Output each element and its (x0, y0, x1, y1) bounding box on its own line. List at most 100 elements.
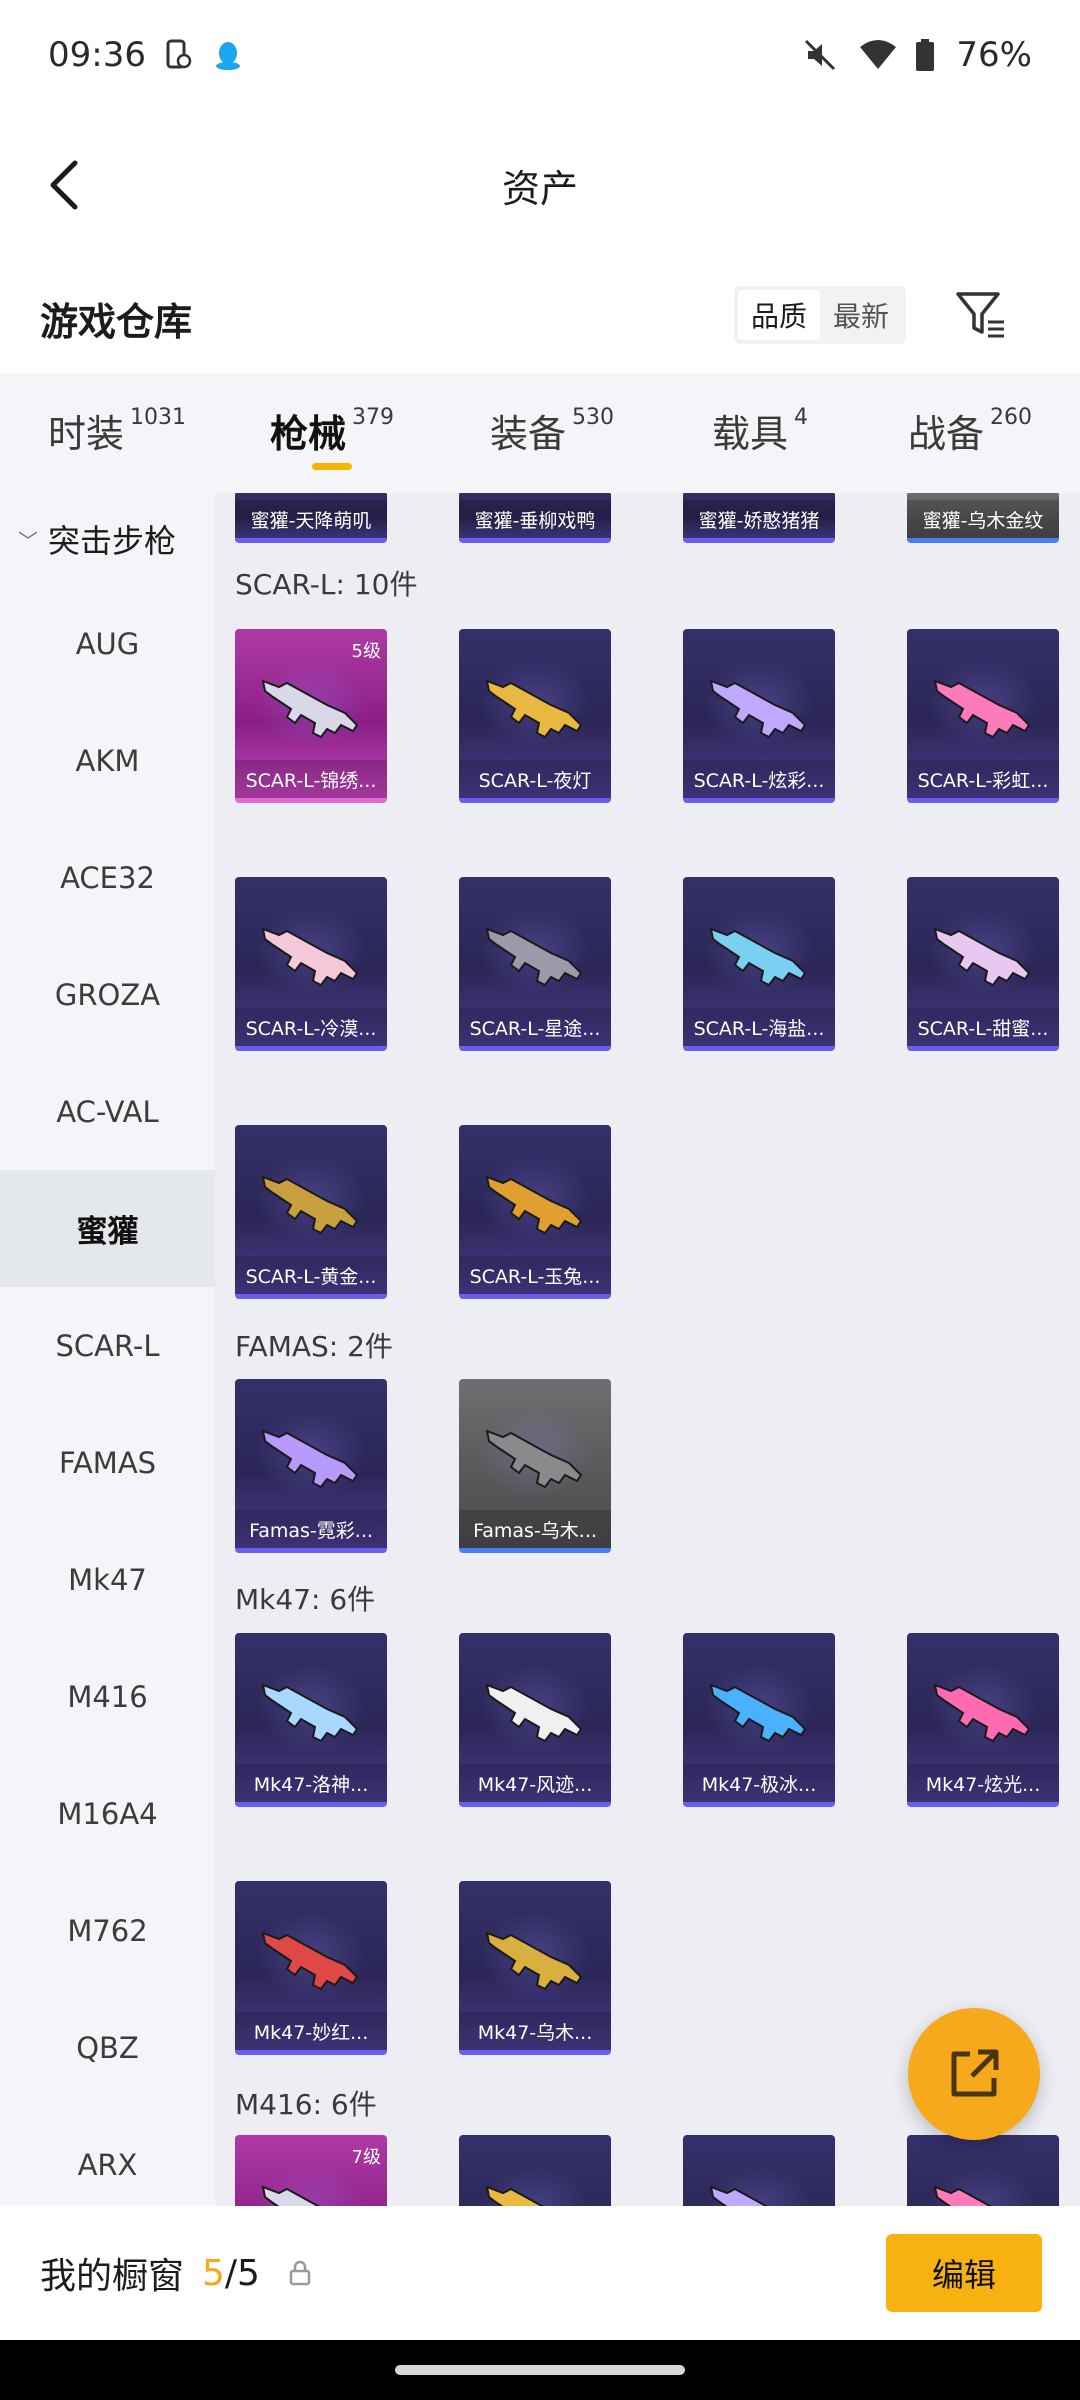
sidebar-item-groza[interactable]: GROZA (0, 936, 215, 1053)
warehouse-title: 游戏仓库 (40, 299, 193, 344)
rifle-icon (933, 679, 1031, 739)
sidebar-item-arx[interactable]: ARX (0, 2106, 215, 2206)
chevron-down-icon: ﹀ (18, 528, 38, 553)
tab-combat-gear[interactable]: 战备 260 (908, 403, 1032, 458)
weapon-name: SCAR-L-冷漠... (235, 1008, 387, 1046)
weapon-sidebar: ﹀ 突击步枪 AUG AKM ACE32 GROZA AC-VAL 蜜獾 SCA… (0, 493, 215, 2206)
weapon-card[interactable]: 蜜獾-天降萌叽 (235, 493, 387, 543)
share-external-icon (951, 2049, 999, 2097)
rifle-icon (709, 927, 807, 987)
share-fab-button[interactable] (908, 2008, 1040, 2140)
filter-button[interactable] (950, 282, 1014, 346)
battery-level: 76% (956, 35, 1032, 75)
weapon-card[interactable]: SCAR-L-夜灯 (459, 629, 611, 803)
weapon-card[interactable]: SCAR-L-海盐... (683, 877, 835, 1051)
page-title: 资产 (501, 166, 578, 211)
weapon-card[interactable]: Mk47-乌木... (459, 1881, 611, 2055)
weapon-name: 蜜獾-乌木金纹 (907, 500, 1059, 538)
active-tab-indicator (312, 463, 352, 470)
sidebar-item-m762[interactable]: M762 (0, 1872, 215, 1989)
mute-icon (802, 37, 838, 73)
sort-quality-button[interactable]: 品质 (738, 290, 820, 340)
tab-firearms[interactable]: 枪械 379 (270, 403, 394, 458)
weapon-card[interactable]: 蜜獾-娇憨猪猪 (683, 493, 835, 543)
section-title: M416: 6件 (235, 2088, 377, 2121)
rifle-icon (485, 1175, 583, 1235)
rifle-icon (261, 2185, 320, 2206)
sidebar-group-label: 突击步枪 (48, 522, 177, 560)
weapon-card[interactable] (683, 2135, 835, 2206)
weapon-name: Mk47-乌木... (459, 2012, 611, 2050)
rifle-icon (709, 2185, 768, 2206)
section-title: Mk47: 6件 (235, 1583, 376, 1616)
home-indicator[interactable] (395, 2365, 685, 2375)
weapon-name: SCAR-L-锦绣... (235, 760, 387, 798)
rifle-icon (485, 1931, 583, 1991)
phone-sync-icon (160, 37, 196, 73)
rifle-icon (485, 1429, 583, 1489)
sidebar-group-assault-rifles[interactable]: ﹀ 突击步枪 (0, 493, 215, 585)
weapon-card[interactable]: SCAR-L-甜蜜... (907, 877, 1059, 1051)
weapon-name: SCAR-L-黄金... (235, 1256, 387, 1294)
battery-icon (914, 37, 936, 73)
sidebar-item-aug[interactable]: AUG (0, 585, 215, 702)
sidebar-item-mk47[interactable]: Mk47 (0, 1521, 215, 1638)
back-button[interactable] (30, 150, 100, 220)
weapon-name: 蜜獾-垂柳戏鸭 (459, 500, 611, 538)
weapon-card[interactable]: Mk47-风迹... (459, 1633, 611, 1807)
tab-vehicles[interactable]: 载具 4 (712, 403, 808, 458)
sidebar-item-m416[interactable]: M416 (0, 1638, 215, 1755)
rifle-icon (261, 1931, 359, 1991)
tab-fashion[interactable]: 时装 1031 (48, 403, 186, 458)
weapon-name: SCAR-L-炫彩... (683, 760, 835, 798)
weapon-card[interactable]: Famas-霓彩... (235, 1379, 387, 1553)
chevron-left-icon (50, 160, 78, 210)
weapon-card[interactable]: Mk47-洛神... (235, 1633, 387, 1807)
sidebar-item-ace32[interactable]: ACE32 (0, 819, 215, 936)
weapon-name: SCAR-L-海盐... (683, 1008, 835, 1046)
weapon-name: Famas-乌木... (459, 1510, 611, 1548)
weapon-card[interactable]: SCAR-L-黄金... (235, 1125, 387, 1299)
weapon-card[interactable]: SCAR-L-炫彩... (683, 629, 835, 803)
weapon-card[interactable]: 蜜獾-乌木金纹 (907, 493, 1059, 543)
sidebar-item-honey-badger[interactable]: 蜜獾 (0, 1170, 215, 1287)
weapon-name: SCAR-L-玉兔... (459, 1256, 611, 1294)
weapon-card[interactable]: SCAR-L-冷漠... (235, 877, 387, 1051)
status-bar: 09:36 76% (0, 0, 1080, 110)
tab-label: 战备 (908, 412, 985, 456)
rifle-icon (709, 1683, 807, 1743)
weapon-name: Mk47-风迹... (459, 1764, 611, 1802)
weapon-card[interactable]: Mk47-炫光... (907, 1633, 1059, 1807)
weapon-card[interactable] (459, 2135, 611, 2206)
weapon-card[interactable]: 7级 (235, 2135, 387, 2206)
sidebar-item-famas[interactable]: FAMAS (0, 1404, 215, 1521)
weapon-name: SCAR-L-星途... (459, 1008, 611, 1046)
sidebar-item-akm[interactable]: AKM (0, 702, 215, 819)
rifle-icon (933, 927, 1031, 987)
rifle-icon (485, 679, 583, 739)
weapon-name: Mk47-极冰... (683, 1764, 835, 1802)
showcase-label: 我的橱窗 (40, 2256, 185, 2297)
weapon-card[interactable]: SCAR-L-星途... (459, 877, 611, 1051)
weapon-card[interactable]: SCAR-L-玉兔... (459, 1125, 611, 1299)
showcase-total: /5 (224, 2252, 260, 2294)
weapon-name: SCAR-L-甜蜜... (907, 1008, 1059, 1046)
tab-count: 4 (794, 405, 809, 430)
weapon-card[interactable]: Mk47-妙红... (235, 1881, 387, 2055)
weapon-card[interactable]: 蜜獾-垂柳戏鸭 (459, 493, 611, 543)
edit-button[interactable]: 编辑 (886, 2234, 1042, 2312)
warehouse-header: 游戏仓库 品质 最新 (0, 268, 1080, 368)
weapon-card[interactable]: 5级 SCAR-L-锦绣... (235, 629, 387, 803)
weapon-card[interactable]: SCAR-L-彩虹... (907, 629, 1059, 803)
weapon-card[interactable]: Mk47-极冰... (683, 1633, 835, 1807)
sidebar-item-ac-val[interactable]: AC-VAL (0, 1053, 215, 1170)
level-badge: 7级 (351, 2147, 381, 2168)
sidebar-item-scar-l[interactable]: SCAR-L (0, 1287, 215, 1404)
tab-label: 时装 (48, 412, 125, 456)
sidebar-item-qbz[interactable]: QBZ (0, 1989, 215, 2106)
sidebar-item-m16a4[interactable]: M16A4 (0, 1755, 215, 1872)
tab-equipment[interactable]: 装备 530 (490, 403, 614, 458)
weapon-card[interactable]: Famas-乌木... (459, 1379, 611, 1553)
weapon-card[interactable] (907, 2135, 1059, 2206)
sort-latest-button[interactable]: 最新 (820, 290, 902, 340)
